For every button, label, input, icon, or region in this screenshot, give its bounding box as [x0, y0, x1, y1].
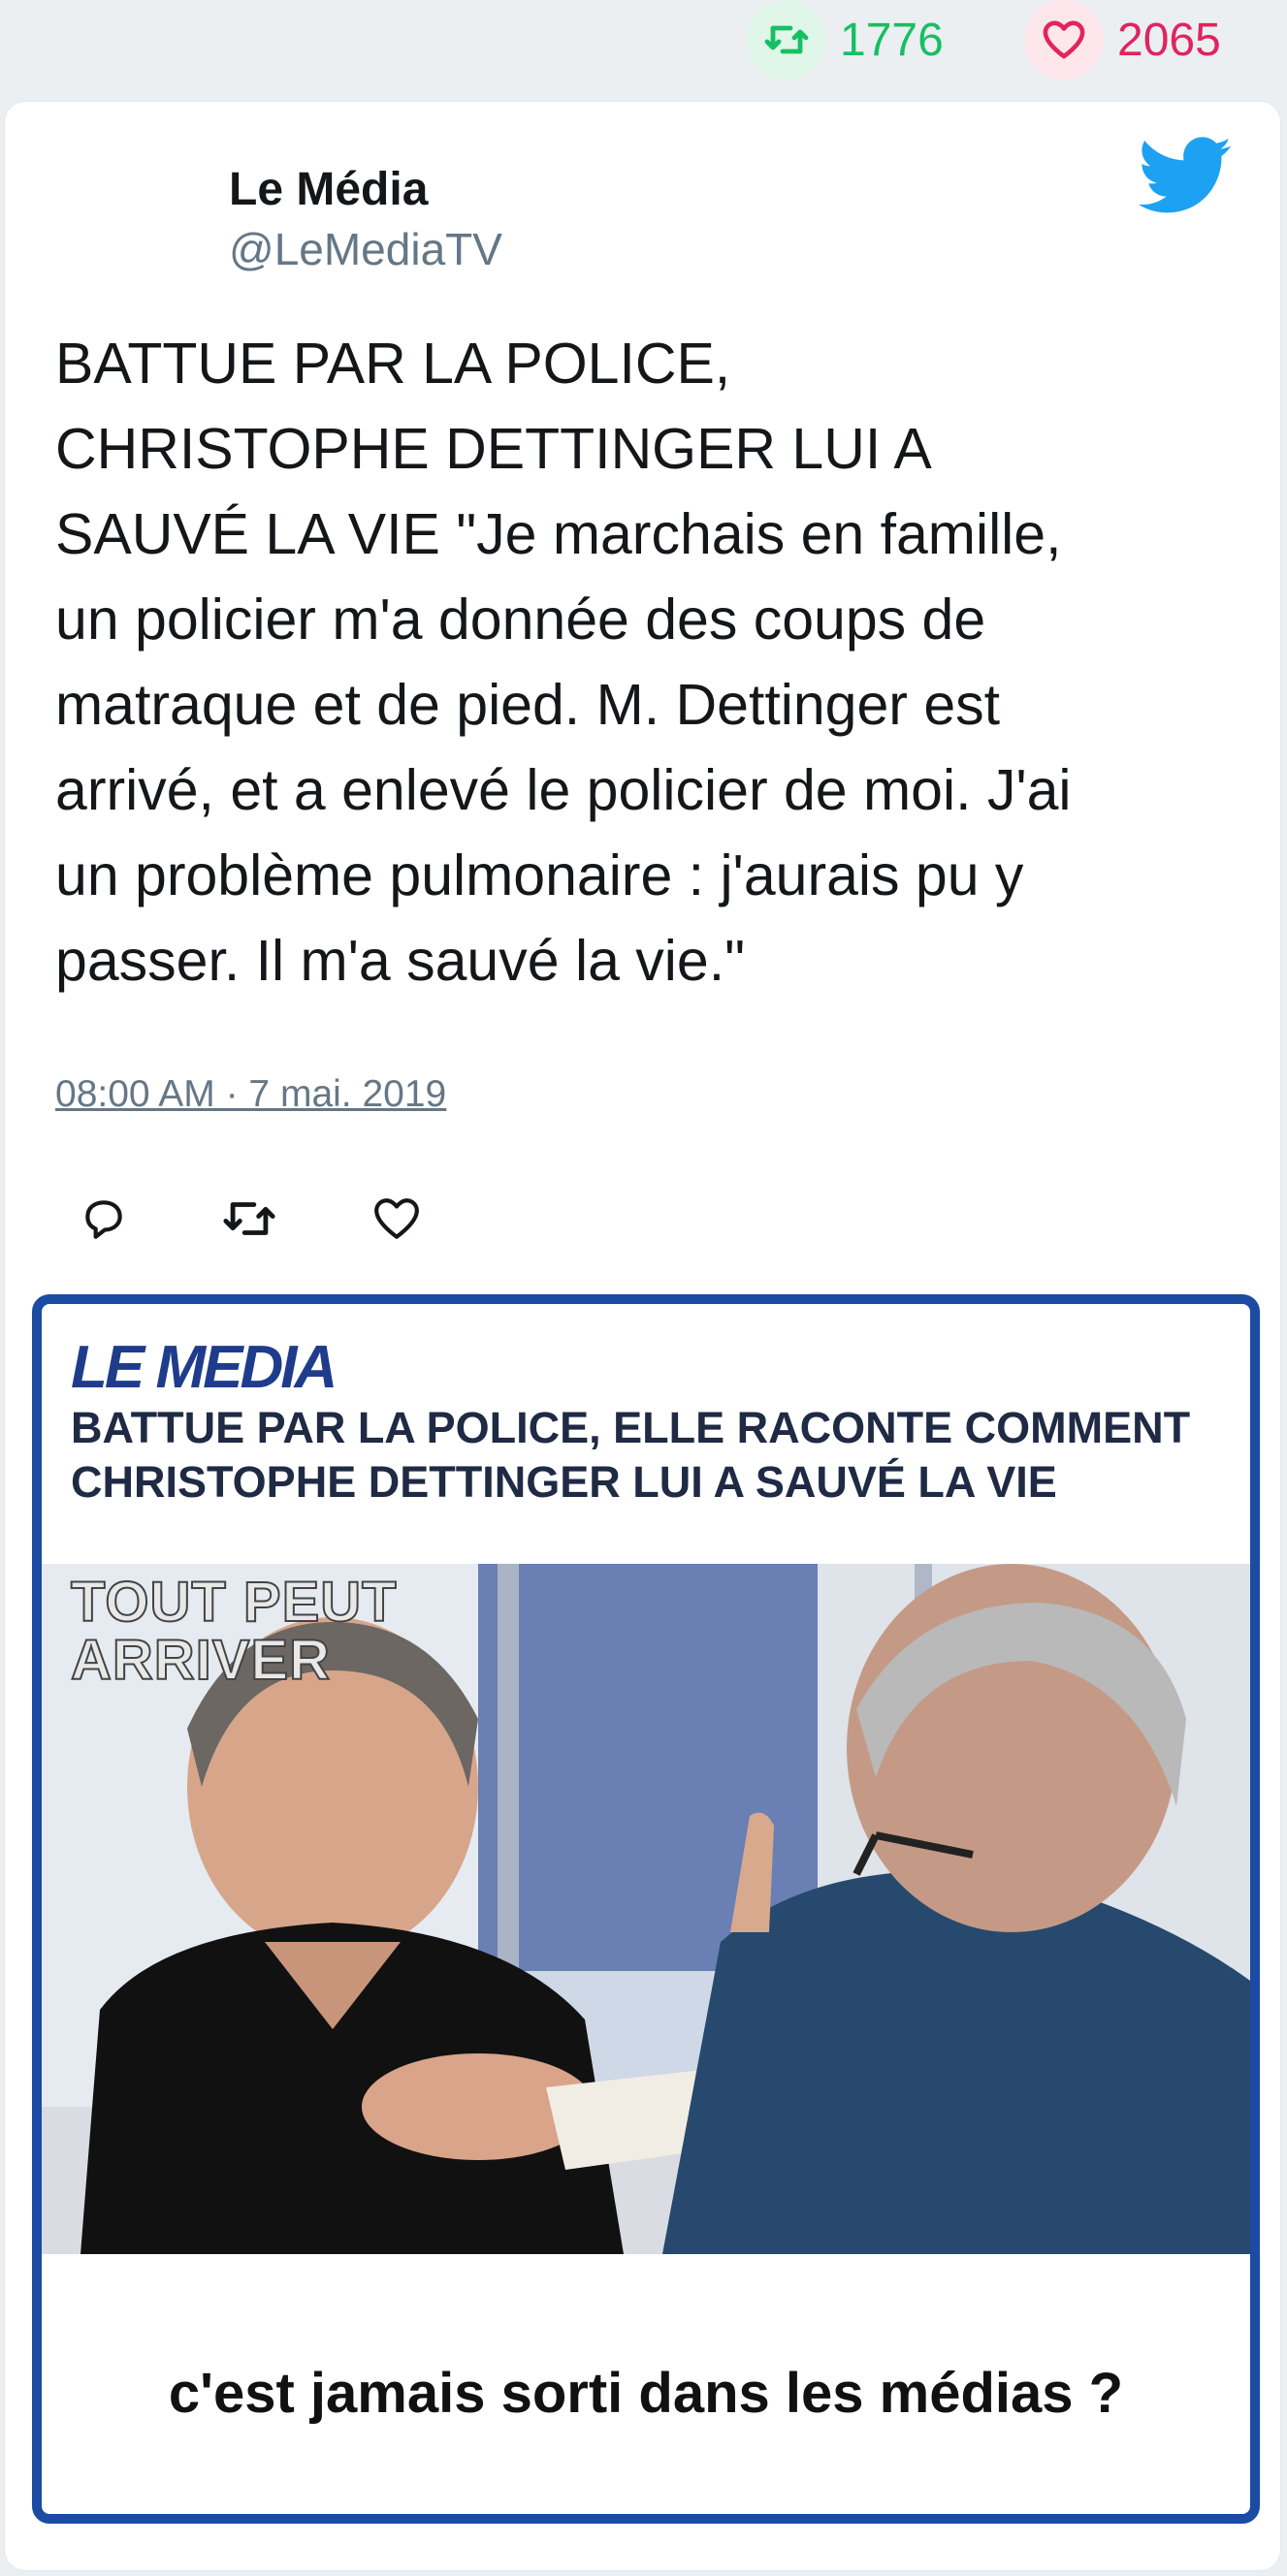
show-title-overlay: TOUT PEUT ARRIVER [70, 1571, 398, 1692]
tweet-timestamp[interactable]: 08:00 AM · 7 mai. 2019 [55, 1073, 446, 1116]
stats-bar: 1776 2065 [0, 0, 1287, 93]
reply-icon[interactable] [73, 1188, 135, 1250]
tweet-text: BATTUE PAR LA POLICE, CHRISTOPHE DETTING… [55, 332, 1072, 993]
author-block[interactable]: Le Média @LeMediaTV [229, 160, 502, 278]
like-stat[interactable]: 2065 [1024, 0, 1221, 80]
heart-icon [1024, 0, 1104, 80]
retweet-count: 1776 [840, 14, 944, 66]
retweet-stat[interactable]: 1776 [747, 0, 944, 80]
retweet-action-icon[interactable] [218, 1188, 280, 1250]
media-logo: LE MEDIA [71, 1334, 338, 1401]
media-headline: BATTUE PAR LA POLICE, ELLE RACONTE COMME… [71, 1403, 1191, 1507]
like-count: 2065 [1117, 14, 1221, 66]
video-caption: c'est jamais sorti dans les médias ? [168, 2362, 1124, 2425]
like-action-icon[interactable] [366, 1188, 428, 1250]
tweet-media[interactable]: LE MEDIA BATTUE PAR LA POLICE, ELLE RACO… [32, 1294, 1260, 2524]
author-name[interactable]: Le Média [229, 160, 502, 220]
tweet-card: Le Média @LeMediaTV BATTUE PAR LA POLICE… [4, 101, 1281, 2571]
retweet-icon [747, 0, 826, 80]
author-handle[interactable]: @LeMediaTV [229, 220, 502, 278]
twitter-bird-icon[interactable] [1138, 137, 1233, 214]
video-frame-photo: TOUT PEUT ARRIVER [42, 1564, 1250, 2254]
